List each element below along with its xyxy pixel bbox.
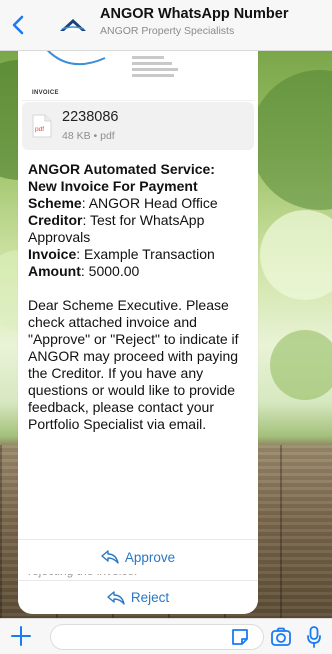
invoice-label: Invoice — [28, 246, 77, 262]
microphone-icon — [307, 626, 321, 648]
chat-header: ANGOR WhatsApp Number ANGOR Property Spe… — [0, 0, 332, 51]
invoice-line: Invoice: Example Transaction — [28, 246, 254, 263]
creditor-label: Creditor — [28, 212, 83, 228]
pdf-file-icon: pdf — [32, 114, 52, 138]
approve-button[interactable]: Approve — [18, 539, 258, 574]
reject-label: Reject — [130, 590, 170, 605]
document-logo-arc — [46, 50, 106, 66]
back-button[interactable] — [8, 12, 28, 38]
message-heading-line1: ANGOR Automated Service: — [28, 161, 215, 177]
scheme-value: : ANGOR Head Office — [81, 195, 218, 211]
amount-label: Amount — [28, 263, 81, 279]
reject-button[interactable]: Reject — [18, 580, 258, 614]
message-body: Dear Scheme Executive. Please check atta… — [28, 297, 239, 432]
message-input-bar — [0, 618, 332, 654]
document-preview[interactable]: INVOICE — [22, 50, 254, 101]
chat-subtitle[interactable]: ANGOR Property Specialists — [100, 25, 234, 37]
message-heading-line2: New Invoice For Payment — [28, 178, 198, 194]
sticker-button[interactable] — [230, 627, 250, 647]
avatar[interactable] — [58, 13, 88, 37]
plus-icon — [11, 626, 31, 646]
amount-line: Amount: 5000.00 — [28, 263, 254, 280]
document-preview-label: INVOICE — [32, 90, 59, 96]
message-bubble: INVOICE pdf 2238086 48 KB • pdf ANGOR Au… — [18, 50, 258, 613]
invoice-value: : Example Transaction — [76, 246, 215, 262]
message-text: ANGOR Automated Service: New Invoice For… — [28, 161, 254, 433]
approve-label: Approve — [124, 549, 176, 565]
camera-button[interactable] — [270, 626, 292, 648]
angor-logo-icon — [60, 19, 86, 31]
file-meta: 48 KB • pdf — [62, 130, 115, 142]
attach-button[interactable] — [9, 624, 33, 648]
creditor-line: Creditor: Test for WhatsApp Approvals — [28, 212, 254, 246]
pdf-attachment[interactable]: pdf 2238086 48 KB • pdf — [22, 102, 254, 150]
scheme-line: Scheme: ANGOR Head Office — [28, 195, 254, 212]
document-text-lines — [132, 56, 178, 80]
file-name: 2238086 — [62, 109, 119, 125]
pdf-badge: pdf — [35, 126, 44, 133]
chat-title[interactable]: ANGOR WhatsApp Number — [100, 6, 289, 22]
reply-arrow-icon — [107, 590, 125, 605]
sticker-icon — [232, 629, 248, 645]
reply-arrow-icon — [101, 550, 119, 564]
scheme-label: Scheme — [28, 195, 82, 211]
chevron-left-icon — [12, 15, 24, 35]
microphone-button[interactable] — [306, 625, 322, 649]
amount-value: : 5000.00 — [80, 263, 140, 279]
camera-icon — [271, 627, 291, 646]
